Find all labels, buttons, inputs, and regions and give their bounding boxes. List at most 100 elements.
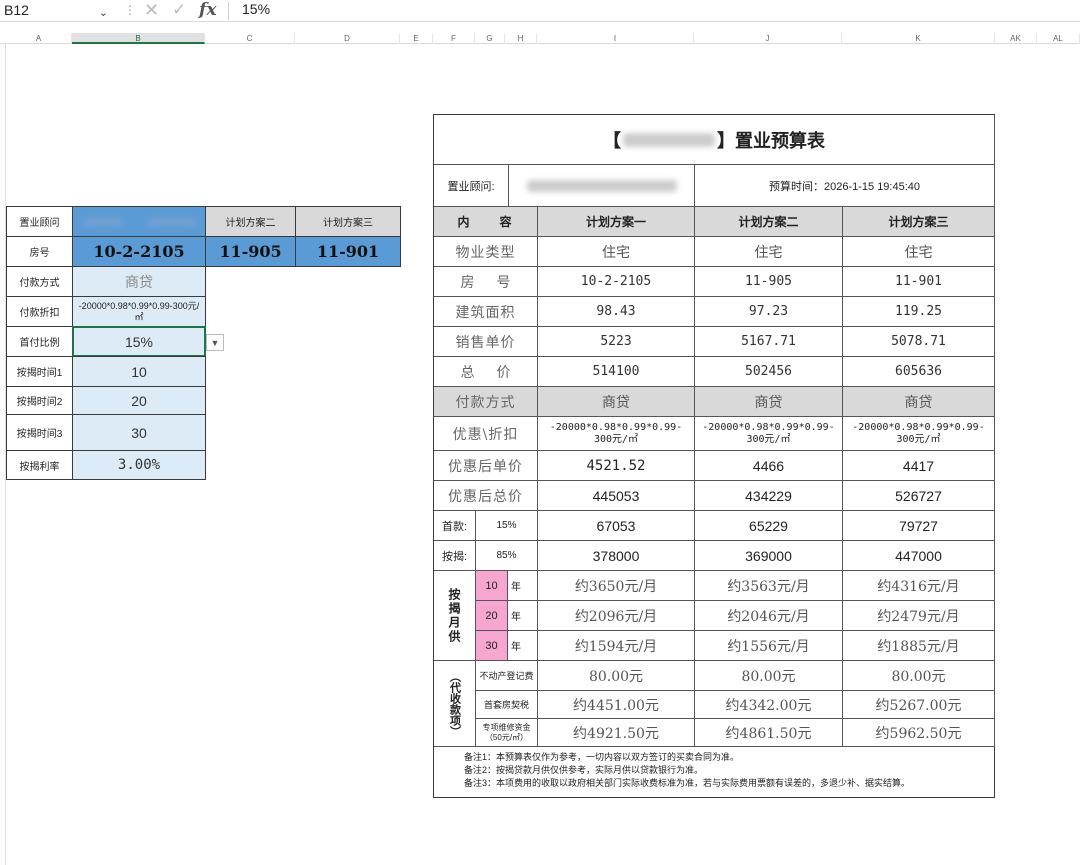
plan2-header[interactable]: 计划方案二 bbox=[205, 206, 296, 237]
area-label: 建筑面积 bbox=[434, 297, 538, 327]
budget-time: 预算时间：2026-1-15 19:45:40 bbox=[695, 165, 995, 207]
plan3-header: 计划方案三 bbox=[843, 207, 995, 237]
loan-plan3: 447000 bbox=[843, 541, 995, 571]
maintenance-fund-label: 专项维修资金（50元/㎡） bbox=[476, 719, 538, 747]
monthly-30-plan3: 约1885元/月 bbox=[843, 631, 995, 661]
formula-input[interactable]: 15% bbox=[242, 1, 270, 17]
interest-rate-cell[interactable]: 3.00% bbox=[72, 450, 206, 480]
grip-icon: ⋮ bbox=[124, 3, 136, 17]
mortgage-term1-label: 按揭时间1 bbox=[6, 356, 73, 387]
cancel-icon[interactable]: ✕ bbox=[144, 0, 159, 21]
column-header-c[interactable]: C bbox=[205, 33, 295, 44]
column-header-al[interactable]: AL bbox=[1037, 33, 1080, 44]
monthly-payment-label: 按揭月供 bbox=[434, 571, 476, 661]
term-years-2: 20 bbox=[476, 601, 508, 631]
column-header-j[interactable]: J bbox=[694, 33, 842, 44]
monthly-30-plan1: 约1594元/月 bbox=[538, 631, 695, 661]
column-header-e[interactable]: E bbox=[400, 33, 433, 44]
after-unit-plan2: 4466 bbox=[695, 451, 843, 481]
loan-label: 按揭: bbox=[434, 541, 476, 571]
loan-plan1: 378000 bbox=[538, 541, 695, 571]
loan-pct: 85% bbox=[476, 541, 538, 571]
monthly-20-plan2: 约2046元/月 bbox=[695, 601, 843, 631]
column-header-f[interactable]: F bbox=[433, 33, 475, 44]
mortgage-term2-cell[interactable]: 20 bbox=[72, 386, 206, 415]
formula-bar: B12 ⌄ ⋮ ✕ ✓ fx 15% bbox=[0, 0, 1080, 22]
mortgage-term3-cell[interactable]: 30 bbox=[72, 414, 206, 451]
advisor-label: 置业顾问 bbox=[6, 206, 73, 237]
unit-price-plan3: 5078.71 bbox=[843, 327, 995, 357]
column-header-a[interactable]: A bbox=[6, 33, 72, 44]
down-ratio-label: 首付比例 bbox=[6, 326, 73, 357]
name-box[interactable]: B12 ⌄ bbox=[0, 0, 112, 22]
payment-cell[interactable]: 商贷 bbox=[72, 266, 206, 297]
property-type-plan3: 住宅 bbox=[843, 237, 995, 267]
form-title: 【 】置业预算表 bbox=[434, 115, 995, 165]
monthly-20-plan3: 约2479元/月 bbox=[843, 601, 995, 631]
registration-fee-plan3: 80.00元 bbox=[843, 661, 995, 691]
property-type-plan1: 住宅 bbox=[538, 237, 695, 267]
title-bracket-left: 【 bbox=[603, 130, 621, 152]
down-ratio-cell[interactable]: 15% bbox=[72, 326, 206, 357]
notes: 备注1：本预算表仅作为参考，一切内容以双方签订的买卖合同为准。 备注2：按揭贷款… bbox=[464, 751, 910, 790]
insert-function-icon[interactable]: fx bbox=[199, 0, 216, 20]
area-plan1: 98.43 bbox=[538, 297, 695, 327]
monthly-30-plan2: 约1556元/月 bbox=[695, 631, 843, 661]
after-unit-label: 优惠后单价 bbox=[434, 451, 538, 481]
deed-tax-plan2: 约4342.00元 bbox=[695, 691, 843, 719]
room-plan3-cell[interactable]: 11-901 bbox=[295, 236, 401, 267]
mortgage-term2-label: 按揭时间2 bbox=[6, 386, 73, 415]
room-plan2-cell[interactable]: 11-905 bbox=[205, 236, 296, 267]
column-header-h[interactable]: H bbox=[505, 33, 537, 44]
discount-label: 优惠\折扣 bbox=[434, 417, 538, 451]
column-header-g[interactable]: G bbox=[475, 33, 505, 44]
redacted-blur bbox=[147, 217, 197, 227]
unit-price-plan2: 5167.71 bbox=[695, 327, 843, 357]
discount-label: 付款折扣 bbox=[6, 296, 73, 327]
room-plan1-cell[interactable]: 10-2-2105 bbox=[72, 236, 206, 267]
room-plan1: 10-2-2105 bbox=[538, 267, 695, 297]
room-plan3: 11-901 bbox=[843, 267, 995, 297]
redacted-blur bbox=[526, 179, 677, 192]
advisor-name-cell[interactable] bbox=[72, 206, 206, 237]
column-header-b[interactable]: B bbox=[72, 33, 205, 44]
note-1: 备注1：本预算表仅作为参考，一切内容以双方签订的买卖合同为准。 bbox=[464, 752, 740, 762]
payment-method-plan2: 商贷 bbox=[695, 387, 843, 417]
room-label: 房号 bbox=[6, 236, 73, 267]
total-price-plan1: 514100 bbox=[538, 357, 695, 387]
title-text: 】置业预算表 bbox=[717, 130, 825, 152]
plan1-header: 计划方案一 bbox=[538, 207, 695, 237]
unit-price-plan1: 5223 bbox=[538, 327, 695, 357]
column-header-k[interactable]: K bbox=[842, 33, 995, 44]
check-icon[interactable]: ✓ bbox=[172, 0, 186, 20]
plan2-header: 计划方案二 bbox=[695, 207, 843, 237]
chevron-down-icon[interactable]: ⌄ bbox=[99, 4, 108, 22]
after-total-plan2: 434229 bbox=[695, 481, 843, 511]
column-header-i[interactable]: I bbox=[537, 33, 694, 44]
total-price-plan2: 502456 bbox=[695, 357, 843, 387]
maintenance-fund-plan2: 约4861.50元 bbox=[695, 719, 843, 747]
down-payment-plan2: 65229 bbox=[695, 511, 843, 541]
column-header-ak[interactable]: AK bbox=[995, 33, 1037, 44]
column-header-d[interactable]: D bbox=[295, 33, 400, 44]
redacted-blur bbox=[83, 217, 123, 227]
discount-cell[interactable]: -20000*0.98*0.99*0.99-300元/㎡ bbox=[72, 296, 206, 327]
monthly-10-plan1: 约3650元/月 bbox=[538, 571, 695, 601]
discount-plan3: -20000*0.98*0.99*0.99-300元/㎡ bbox=[843, 417, 995, 451]
plan3-header[interactable]: 计划方案三 bbox=[295, 206, 401, 237]
mortgage-term3-label: 按揭时间3 bbox=[6, 414, 73, 451]
term-years-3: 30 bbox=[476, 631, 508, 661]
dropdown-arrow-icon[interactable]: ▼ bbox=[206, 334, 224, 351]
year-unit: 年 bbox=[508, 601, 538, 631]
after-total-plan3: 526727 bbox=[843, 481, 995, 511]
column-headers: A B C D E F G H I J K AK AL bbox=[0, 33, 1080, 44]
after-unit-plan3: 4417 bbox=[843, 451, 995, 481]
deed-tax-plan3: 约5267.00元 bbox=[843, 691, 995, 719]
advisor-label: 置业顾问: bbox=[434, 165, 509, 207]
down-payment-label: 首款: bbox=[434, 511, 476, 541]
monthly-10-plan2: 约3563元/月 bbox=[695, 571, 843, 601]
mortgage-term1-cell[interactable]: 10 bbox=[72, 356, 206, 387]
interest-rate-label: 按揭利率 bbox=[6, 450, 73, 480]
after-total-label: 优惠后总价 bbox=[434, 481, 538, 511]
discount-plan2: -20000*0.98*0.99*0.99-300元/㎡ bbox=[695, 417, 843, 451]
